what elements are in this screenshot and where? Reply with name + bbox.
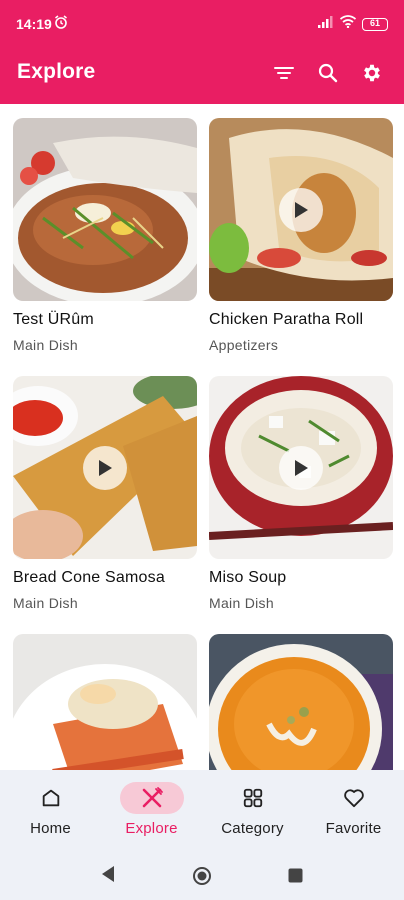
alarm-icon [54, 15, 68, 34]
nav-home-label: Home [30, 820, 71, 837]
settings-gear-icon[interactable] [360, 61, 384, 85]
nav-explore-label: Explore [125, 820, 178, 837]
recipe-image-miso-soup[interactable] [209, 376, 393, 559]
recipe-card[interactable]: Bread Cone Samosa Main Dish [13, 376, 197, 611]
recipe-title: Bread Cone Samosa [13, 569, 165, 586]
back-triangle-icon[interactable] [100, 865, 116, 888]
recipe-card[interactable]: Test ÜRûm Main Dish [13, 118, 197, 353]
play-video-button[interactable] [83, 445, 127, 490]
bottom-navigation: Home Explore Category Favorite [0, 770, 404, 850]
status-time: 14:19 [16, 16, 52, 32]
fork-knife-icon [119, 782, 184, 814]
signal-icon [318, 15, 334, 33]
nav-explore[interactable]: Explore [101, 770, 202, 850]
recipe-title: Chicken Paratha Roll [209, 311, 364, 328]
recipe-category: Appetizers [209, 337, 279, 353]
play-video-button[interactable] [279, 445, 323, 490]
filter-icon[interactable] [272, 61, 296, 85]
status-bar: 14:19 61 [0, 0, 404, 48]
battery-level: 61 [369, 17, 380, 28]
home-circle-icon[interactable] [192, 866, 212, 891]
nav-home[interactable]: Home [0, 770, 101, 850]
recipe-title: Test ÜRûm [13, 311, 94, 328]
battery-icon: 61 [362, 17, 388, 31]
grid-icon [221, 782, 285, 814]
heart-icon [322, 782, 386, 814]
app-bar: Explore [0, 48, 404, 104]
recipe-image-fried-rice[interactable] [13, 118, 197, 301]
recipe-category: Main Dish [13, 595, 78, 611]
recipe-title: Miso Soup [209, 569, 287, 586]
recipe-card[interactable]: Miso Soup Main Dish [209, 376, 393, 611]
play-video-button[interactable] [279, 187, 323, 232]
recipe-category: Main Dish [13, 337, 78, 353]
nav-category-label: Category [221, 820, 284, 837]
page-title: Explore [17, 60, 96, 83]
wifi-icon [339, 15, 357, 33]
nav-favorite-label: Favorite [325, 820, 382, 837]
nav-category[interactable]: Category [202, 770, 303, 850]
recipe-image-paratha-roll[interactable] [209, 118, 393, 301]
search-icon[interactable] [316, 61, 340, 85]
recipe-image-samosa[interactable] [13, 376, 197, 559]
recipe-category: Main Dish [209, 595, 274, 611]
recipe-card[interactable]: Chicken Paratha Roll Appetizers [209, 118, 393, 353]
nav-favorite[interactable]: Favorite [303, 770, 404, 850]
system-navigation-bar [0, 850, 404, 900]
home-icon [19, 782, 83, 814]
recents-square-icon[interactable] [288, 868, 303, 888]
